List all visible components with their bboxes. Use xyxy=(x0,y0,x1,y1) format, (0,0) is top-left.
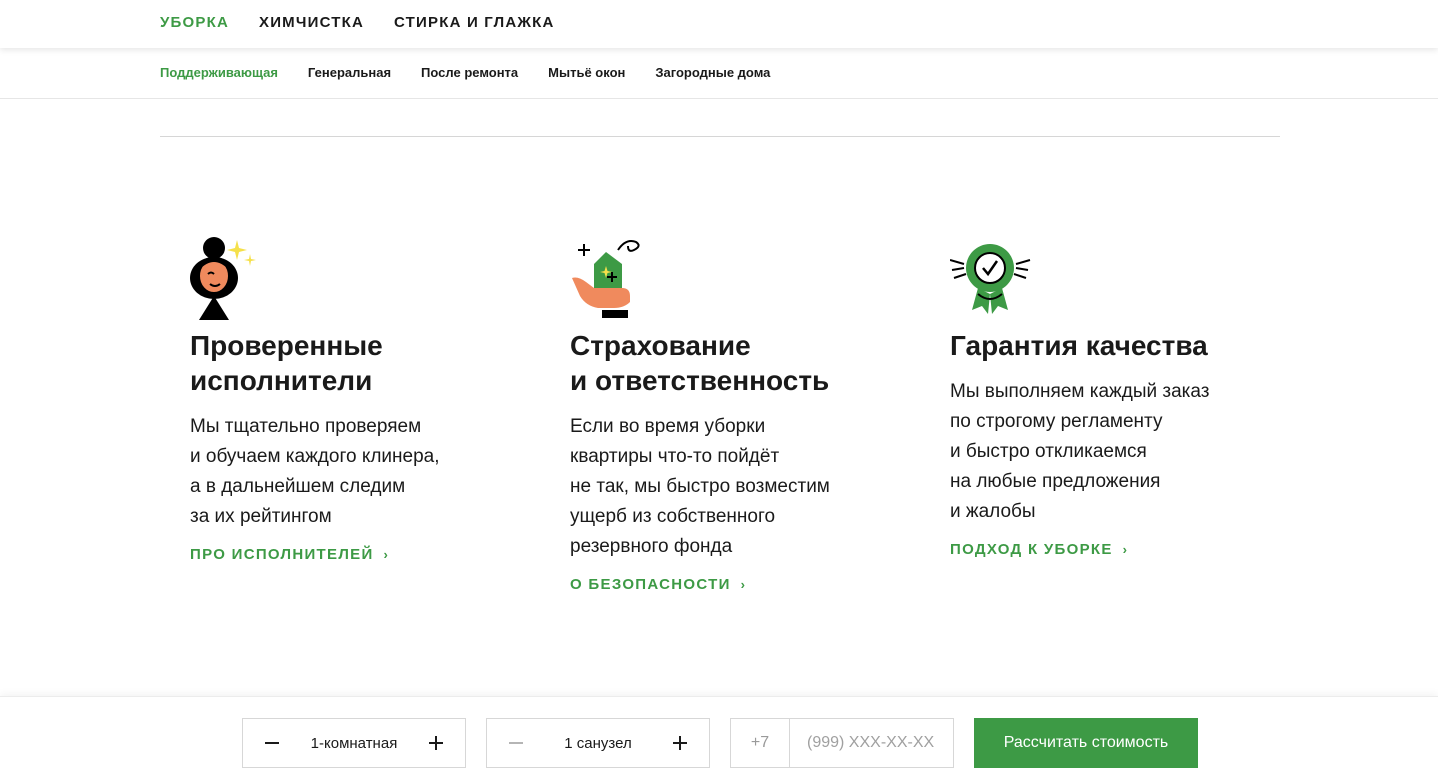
rooms-increment-button[interactable] xyxy=(425,732,447,754)
bathrooms-value: 1 санузел xyxy=(564,734,632,752)
feature-verified-cleaners: Проверенные исполнители Мы тщательно про… xyxy=(190,236,520,564)
chevron-right-icon: › xyxy=(740,577,747,592)
feature-description: Мы выполняем каждый заказ по строгому ре… xyxy=(950,381,1210,522)
about-cleaners-link[interactable]: ПРО ИСПОЛНИТЕЛЕЙ › xyxy=(190,546,389,563)
bathrooms-decrement-button[interactable] xyxy=(505,732,527,754)
sub-nav-items: Поддерживающая Генеральная После ремонта… xyxy=(160,65,770,80)
about-safety-link[interactable]: О БЕЗОПАСНОСТИ › xyxy=(570,576,746,593)
cleaner-woman-icon xyxy=(190,237,256,320)
sub-nav-item-window-washing[interactable]: Мытьё окон xyxy=(548,65,625,80)
quality-badge-icon xyxy=(950,244,1031,314)
bathrooms-increment-button[interactable] xyxy=(669,732,691,754)
section-divider xyxy=(160,136,1280,137)
sub-nav-item-country-houses[interactable]: Загородные дома xyxy=(655,65,770,80)
sub-nav-item-general[interactable]: Генеральная xyxy=(308,65,391,80)
sub-nav-item-after-renovation[interactable]: После ремонта xyxy=(421,65,518,80)
chevron-right-icon: › xyxy=(1122,542,1129,557)
phone-country-code: +7 xyxy=(731,719,790,767)
top-navigation: УБОРКА ХИМЧИСТКА СТИРКА И ГЛАЖКА xyxy=(0,0,1438,48)
plus-icon xyxy=(428,736,443,750)
plus-icon xyxy=(672,736,687,750)
feature-quality-guarantee: Гарантия качества Мы выполняем каждый за… xyxy=(950,236,1280,559)
rooms-stepper: 1-комнатная xyxy=(242,718,466,768)
feature-description: Мы тщательно проверяем и обучаем каждого… xyxy=(190,416,440,527)
top-nav-item-cleaning[interactable]: УБОРКА xyxy=(160,14,229,31)
link-label: ПРО ИСПОЛНИТЕЛЕЙ xyxy=(190,546,374,563)
top-nav-item-dry-cleaning[interactable]: ХИМЧИСТКА xyxy=(259,14,364,31)
minus-icon xyxy=(509,742,523,744)
link-label: О БЕЗОПАСНОСТИ xyxy=(570,576,731,593)
phone-input[interactable] xyxy=(790,719,953,767)
feature-insurance: Страхование и ответственность Если во вр… xyxy=(570,236,900,594)
top-nav-items: УБОРКА ХИМЧИСТКА СТИРКА И ГЛАЖКА xyxy=(160,14,555,31)
bathrooms-stepper: 1 санузел xyxy=(486,718,710,768)
price-calculator-bar: 1-комнатная 1 санузел +7 Рассчитать стои… xyxy=(0,696,1438,779)
feature-title: Проверенные исполнители xyxy=(190,330,383,396)
feature-title: Гарантия качества xyxy=(950,330,1208,361)
link-label: ПОДХОД К УБОРКЕ xyxy=(950,541,1113,558)
cleaning-approach-link[interactable]: ПОДХОД К УБОРКЕ › xyxy=(950,541,1128,558)
calculate-price-button[interactable]: Рассчитать стоимость xyxy=(974,718,1198,768)
rooms-decrement-button[interactable] xyxy=(261,732,283,754)
top-nav-item-laundry[interactable]: СТИРКА И ГЛАЖКА xyxy=(394,14,555,31)
insurance-hand-house-icon xyxy=(572,240,640,318)
sub-nav-item-maintenance[interactable]: Поддерживающая xyxy=(160,65,278,80)
feature-title: Страхование и ответственность xyxy=(570,330,830,396)
minus-icon xyxy=(265,742,279,744)
sub-navigation: Поддерживающая Генеральная После ремонта… xyxy=(0,48,1438,99)
feature-description: Если во время уборки квартиры что-то пой… xyxy=(570,416,830,557)
phone-field: +7 xyxy=(730,718,954,768)
chevron-right-icon: › xyxy=(383,547,390,562)
rooms-value: 1-комнатная xyxy=(310,734,398,752)
